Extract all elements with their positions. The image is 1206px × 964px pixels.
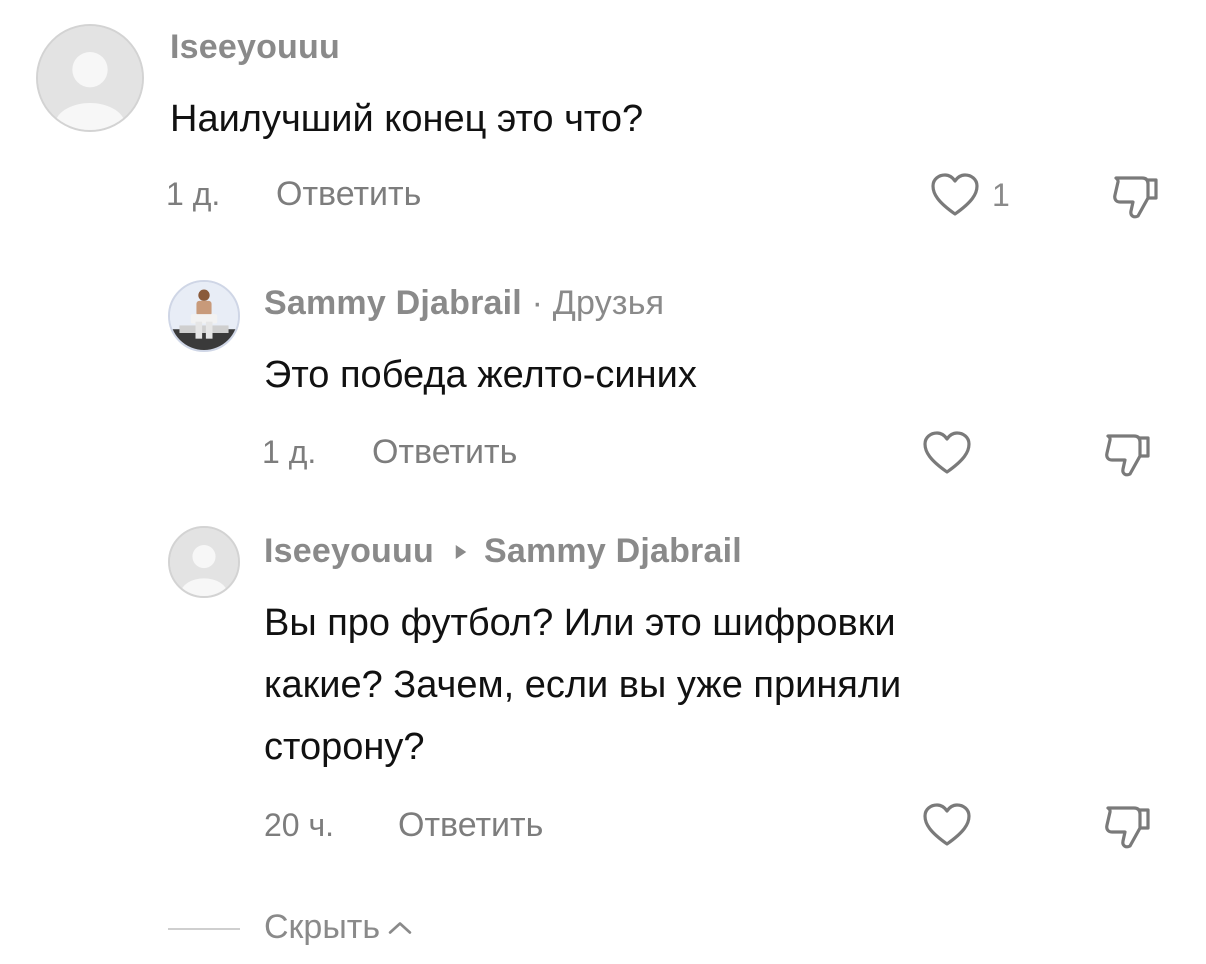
reply-arrow-icon [455, 544, 467, 559]
thumbs-down-icon [1105, 434, 1150, 477]
hide-replies-label: Скрыть [264, 908, 381, 946]
dislike-button[interactable] [1110, 170, 1162, 222]
comment-author[interactable]: Sammy Djabrail [264, 284, 522, 322]
reply-button[interactable]: Ответить [276, 175, 421, 214]
comment-author[interactable]: Iseeyouuu [264, 532, 434, 571]
comment-text: Вы про футбол? Или это шифровки какие? З… [264, 592, 901, 778]
comment-text-line: сторону? [264, 726, 425, 768]
comment-text-line: Вы про футбол? Или это шифровки [264, 602, 896, 644]
comment-text-line: какие? Зачем, если вы уже приняли [264, 664, 902, 706]
dislike-button[interactable] [1102, 428, 1154, 480]
comment-author[interactable]: Iseeyouuu [170, 28, 340, 67]
like-button[interactable] [930, 172, 980, 218]
comment-timestamp: 20 ч. [264, 807, 335, 843]
reply-button[interactable]: Ответить [398, 806, 543, 845]
like-count: 1 [992, 177, 1010, 213]
reply-button[interactable]: Ответить [372, 433, 517, 472]
avatar[interactable] [36, 24, 144, 132]
separator-dot: · [531, 284, 544, 322]
heart-icon [923, 431, 971, 474]
hide-replies-button[interactable]: Скрыть [264, 908, 414, 947]
comment-text: Это победа желто-синих [264, 354, 697, 396]
comment-timestamp: 1 д. [262, 434, 317, 470]
default-user-icon [170, 528, 238, 596]
friend-badge: Друзья [552, 284, 665, 322]
user-photo-avatar [170, 282, 238, 350]
heart-icon [931, 173, 979, 216]
divider-line [168, 928, 240, 930]
reply-to-author[interactable]: Sammy Djabrail [484, 532, 742, 571]
heart-icon [923, 803, 971, 846]
dislike-button[interactable] [1102, 800, 1154, 852]
comment-timestamp: 1 д. [166, 176, 221, 212]
avatar[interactable] [168, 526, 240, 598]
default-user-icon [38, 26, 142, 130]
comment-header: Iseeyouuu Sammy Djabrail [264, 532, 742, 571]
like-button[interactable] [922, 802, 972, 848]
avatar[interactable] [168, 280, 240, 352]
comment-header: Sammy Djabrail · Друзья [264, 284, 664, 323]
chevron-up-icon [388, 921, 412, 934]
comment-text: Наилучший конец это что? [170, 98, 644, 140]
like-button[interactable] [922, 430, 972, 476]
thumbs-down-icon [1113, 176, 1158, 219]
thumbs-down-icon [1105, 806, 1150, 849]
